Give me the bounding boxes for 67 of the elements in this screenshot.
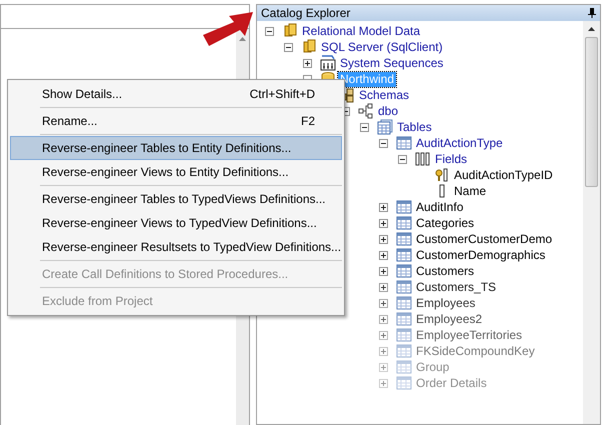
collapse-icon[interactable] [360, 122, 369, 132]
scroll-up-icon[interactable] [588, 27, 595, 31]
expand-icon[interactable] [379, 218, 388, 228]
expand-icon[interactable] [379, 234, 388, 244]
tree-item[interactable]: Schemas [357, 88, 412, 102]
sequences-icon [320, 55, 336, 71]
expand-icon[interactable] [303, 58, 312, 68]
scroll-thumb[interactable] [585, 37, 598, 187]
key-field-icon [434, 167, 450, 183]
table-icon [396, 199, 412, 215]
tree-item[interactable]: AuditActionTypeID [452, 168, 555, 182]
arrow-icon [201, 12, 253, 46]
tree-item[interactable]: EmployeeTerritories [414, 328, 524, 342]
tree-item[interactable]: CustomerDemographics [414, 248, 548, 262]
menu-item[interactable]: Reverse-engineer Resultsets to TypedView Definitions... [10, 235, 342, 259]
tree-item[interactable]: Customers [414, 264, 476, 278]
collapse-icon[interactable] [265, 26, 274, 36]
table-icon [396, 343, 412, 359]
database-group-icon [282, 23, 298, 39]
expand-icon[interactable] [379, 202, 388, 212]
fields-icon [415, 151, 431, 167]
tree-item[interactable]: AuditActionType [414, 136, 505, 150]
menu-item[interactable]: Reverse-engineer Tables to Entity Definitions... [10, 136, 342, 160]
tree-item[interactable]: Name [452, 184, 488, 198]
scrollbar[interactable] [583, 21, 600, 424]
table-icon [396, 215, 412, 231]
tree-item[interactable]: Employees2 [414, 312, 484, 326]
database-group-icon [301, 39, 317, 55]
menu-item[interactable]: Rename... F2 [10, 109, 342, 133]
collapse-icon[interactable] [379, 138, 388, 148]
table-icon [396, 135, 412, 151]
table-icon [396, 295, 412, 311]
table-icon [396, 311, 412, 327]
table-icon [396, 359, 412, 375]
tree-item[interactable]: FKSideCompoundKey [414, 344, 537, 358]
panel-title: Catalog Explorer [261, 5, 350, 22]
tree-item[interactable]: Tables [395, 120, 434, 134]
expand-icon[interactable] [379, 282, 388, 292]
collapse-icon[interactable] [398, 154, 407, 164]
table-icon [396, 231, 412, 247]
tree-item[interactable]: Relational Model Data [300, 24, 422, 38]
table-icon [396, 375, 412, 391]
expand-icon[interactable] [379, 266, 388, 276]
expand-icon[interactable] [379, 298, 388, 308]
expand-icon[interactable] [379, 250, 388, 260]
expand-icon[interactable] [379, 314, 388, 324]
table-icon [396, 327, 412, 343]
table-icon [396, 247, 412, 263]
tree-item[interactable]: AuditInfo [414, 200, 466, 214]
text-field[interactable] [0, 4, 250, 29]
tree-item[interactable]: CustomerCustomerDemo [414, 232, 554, 246]
tree-item[interactable]: System Sequences [338, 56, 446, 70]
table-icon [396, 279, 412, 295]
menu-item[interactable]: Reverse-engineer Views to Entity Definitions... [10, 160, 342, 184]
schema-icon [358, 103, 374, 119]
menu-item[interactable]: Reverse-engineer Tables to TypedViews Definitions... [10, 187, 342, 211]
tree-item[interactable]: SQL Server (SqlClient) [319, 40, 445, 54]
pin-icon[interactable] [588, 8, 596, 18]
table-icon [396, 263, 412, 279]
collapse-icon[interactable] [284, 42, 293, 52]
tree-item[interactable]: Categories [414, 216, 476, 230]
tree-item[interactable]: Employees [414, 296, 478, 310]
tree-item[interactable]: Fields [433, 152, 470, 166]
menu-item[interactable]: Reverse-engineer Views to TypedView Definitions... [10, 211, 342, 235]
tables-icon [377, 119, 393, 135]
tree-item[interactable]: dbo [376, 104, 400, 118]
tree-item[interactable]: Customers_TS [414, 280, 498, 294]
